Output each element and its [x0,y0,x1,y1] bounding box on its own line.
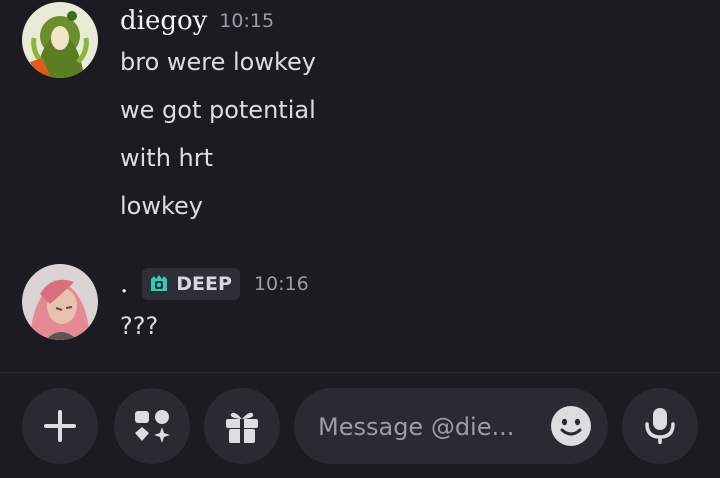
microphone-icon [645,408,675,444]
message-header: . DEEP 10:16 [120,268,309,300]
voice-message-button[interactable] [622,388,698,464]
emoji-icon[interactable] [550,405,592,447]
avatar[interactable] [22,264,98,340]
add-attachment-button[interactable] [22,388,98,464]
apps-button[interactable] [114,388,190,464]
message-text: lowkey [120,192,203,220]
message-text: we got potential [120,96,316,124]
message-header: diegoy 10:15 [120,6,274,36]
clan-badge-icon [151,275,168,291]
avatar-image [22,264,98,340]
avatar-image [22,2,98,78]
gift-button[interactable] [204,388,280,464]
message-input[interactable] [316,388,540,466]
plus-icon [44,410,76,442]
message-text: ??? [120,312,159,340]
divider [0,372,720,373]
clan-tag[interactable]: DEEP [142,268,240,300]
clan-tag-label: DEEP [176,273,232,295]
gift-icon [226,412,258,443]
timestamp: 10:16 [253,273,309,295]
avatar[interactable] [22,2,98,78]
username[interactable]: . [120,269,128,299]
apps-icon [135,410,170,443]
username[interactable]: diegoy [120,6,207,36]
message-text: with hrt [120,144,214,172]
message-text: bro were lowkey [120,48,317,76]
message-composer[interactable] [294,388,608,466]
timestamp: 10:15 [219,10,275,32]
